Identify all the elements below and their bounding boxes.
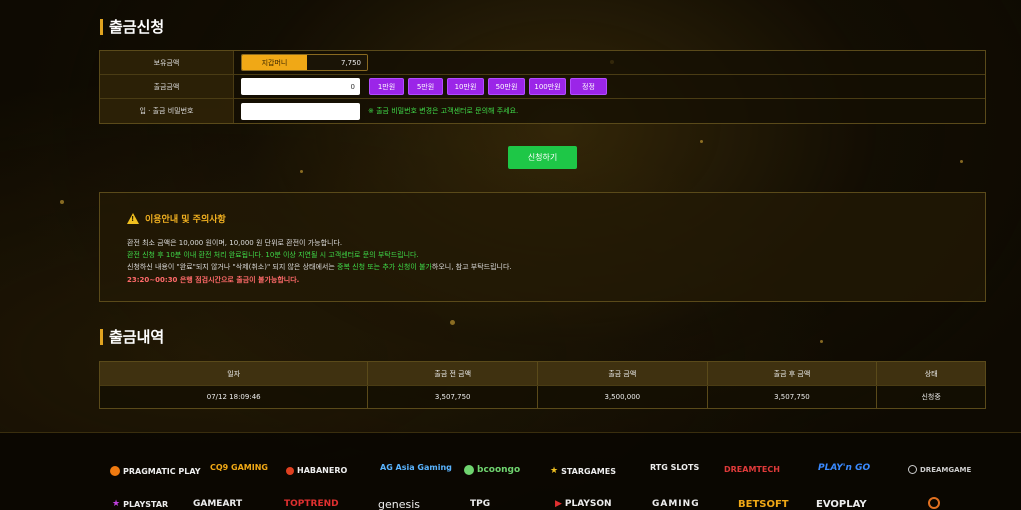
provider-name: genesis bbox=[378, 498, 421, 510]
provider-name: PLAYSON bbox=[564, 499, 612, 509]
withdraw-form: 보유금액 지갑머니 7,750 출금금액 1만원 5만원 10만원 50만원 1… bbox=[99, 50, 986, 124]
provider-logo-habanero: HABANERO bbox=[286, 466, 347, 475]
amount-10k-button[interactable]: 1만원 bbox=[369, 78, 404, 95]
cell-after: 3,507,750 bbox=[708, 386, 878, 408]
provider-name: GAMING bbox=[652, 499, 700, 509]
sparkle bbox=[450, 320, 455, 325]
amount-label: 출금금액 bbox=[100, 75, 234, 98]
notice-line-3c: 중복 신청 또는 추가 신청이 불가 bbox=[337, 263, 432, 271]
notice-line-1: 환전 최소 금액은 10,000 원이며, 10,000 원 단위로 환전이 가… bbox=[127, 239, 343, 247]
sparkle bbox=[960, 160, 963, 163]
password-label: 입 · 출금 비밀번호 bbox=[100, 99, 234, 123]
notice-line-3d: 하오니, 참고 부탁드립니다. bbox=[431, 263, 512, 271]
warning-icon bbox=[127, 213, 139, 224]
provider-name: BETSOFT bbox=[738, 499, 789, 510]
cell-amount: 3,500,000 bbox=[538, 386, 708, 408]
provider-logo-toptrend: TOPTREND bbox=[284, 499, 339, 509]
provider-name: RTG SLOTS bbox=[650, 463, 700, 472]
provider-logo-gaming: GAMING bbox=[652, 499, 700, 509]
provider-name: TPG bbox=[470, 499, 491, 509]
provider-name: TOPTREND bbox=[284, 499, 339, 509]
provider-name: STARGAMES bbox=[561, 466, 616, 476]
provider-name: GAMEART bbox=[193, 499, 243, 509]
balance-row: 보유금액 지갑머니 7,750 bbox=[100, 51, 985, 75]
wallet-tag: 지갑머니 bbox=[242, 55, 307, 70]
balance-label: 보유금액 bbox=[100, 51, 234, 74]
notice-box: 이용안내 및 주의사항 환전 최소 금액은 10,000 원이며, 10,000… bbox=[99, 192, 986, 302]
history-title: 출금내역 bbox=[100, 326, 164, 347]
notice-title-text: 이용안내 및 주의사항 bbox=[145, 215, 226, 225]
provider-name: AG Asia Gaming bbox=[380, 463, 452, 472]
notice-line-3a: 신청하신 내용이 "완료"되지 않거나 "삭제(취소)" 되지 않은 상태 bbox=[127, 263, 316, 271]
provider-name: HABANERO bbox=[297, 466, 348, 475]
notice-title: 이용안내 및 주의사항 bbox=[127, 212, 226, 225]
provider-logo-tpg: TPG bbox=[470, 499, 490, 509]
provider-name: bcoongo bbox=[477, 465, 521, 475]
withdraw-title-text: 출금신청 bbox=[109, 18, 165, 36]
title-accent-bar bbox=[100, 18, 103, 35]
provider-name: PLAYSTAR bbox=[123, 499, 169, 509]
provider-logo-cq9: CQ9 GAMING bbox=[210, 463, 268, 472]
provider-name: DREAMTECH bbox=[724, 465, 780, 474]
notice-line-4: 23:20~00:30 은행 점검시간으로 출금이 불가능합니다. bbox=[127, 276, 300, 284]
provider-logo-dreamtech: DREAMTECH bbox=[724, 465, 780, 474]
provider-name: PRAGMATIC PLAY bbox=[123, 466, 201, 476]
submit-button[interactable]: 신청하기 bbox=[508, 146, 577, 169]
password-row: 입 · 출금 비밀번호 ※ 출금 비밀번호 변경은 고객센터로 문의해 주세요. bbox=[100, 99, 985, 123]
provider-logo-stargames: ★ STARGAMES bbox=[550, 466, 616, 476]
cell-date: 07/12 18:09:46 bbox=[100, 386, 369, 408]
provider-logo-genesis: genesis bbox=[378, 498, 420, 510]
balance-display: 지갑머니 7,750 bbox=[241, 54, 368, 71]
history-header: 일자 출금 전 금액 출금 금액 출금 후 금액 상태 bbox=[100, 362, 985, 385]
withdraw-title: 출금신청 bbox=[100, 16, 164, 37]
history-title-text: 출금내역 bbox=[109, 328, 165, 346]
sparkle bbox=[820, 340, 823, 343]
provider-logo-ag: AG Asia Gaming bbox=[380, 463, 452, 472]
sparkle bbox=[300, 170, 303, 173]
provider-logo-booongo: bcoongo bbox=[464, 465, 520, 475]
provider-logo-playstar: ★ PLAYSTAR bbox=[112, 499, 169, 509]
col-status: 상태 bbox=[924, 369, 938, 378]
col-before: 출금 전 금액 bbox=[368, 362, 539, 385]
amount-500k-button[interactable]: 50만원 bbox=[488, 78, 525, 95]
notice-line-2: 환전 신청 후 10분 이내 환전 처리 완료됩니다. 10분 이상 지연될 시… bbox=[127, 251, 419, 259]
provider-logo-dreamgame: DREAMGAME bbox=[908, 465, 971, 474]
notice-line-3b: 에서는 bbox=[315, 263, 338, 271]
table-row: 07/12 18:09:46 3,507,750 3,500,000 3,507… bbox=[100, 385, 985, 408]
provider-name: EVOPLAY bbox=[816, 499, 867, 510]
col-date: 일자 bbox=[100, 362, 369, 385]
provider-name: DREAMGAME bbox=[920, 465, 972, 474]
provider-logo-pragmatic: PRAGMATIC PLAY bbox=[110, 466, 201, 476]
amount-reset-button[interactable]: 정정 bbox=[570, 78, 607, 95]
sparkle bbox=[700, 140, 703, 143]
provider-logo-playson: ▶ PLAYSON bbox=[555, 499, 612, 509]
provider-name: CQ9 GAMING bbox=[210, 463, 268, 472]
cell-before: 3,507,750 bbox=[368, 386, 539, 408]
sparkle bbox=[60, 200, 64, 204]
notice-line-3: 신청하신 내용이 "완료"되지 않거나 "삭제(취소)" 되지 않은 상태에서는… bbox=[127, 262, 512, 272]
password-note: ※ 출금 비밀번호 변경은 고객센터로 문의해 주세요. bbox=[368, 107, 519, 115]
col-after: 출금 후 금액 bbox=[708, 362, 878, 385]
col-amount: 출금 금액 bbox=[538, 362, 708, 385]
amount-row: 출금금액 1만원 5만원 10만원 50만원 100만원 정정 bbox=[100, 75, 985, 99]
provider-logo-betsoft: BETSOFT bbox=[738, 499, 789, 510]
amount-50k-button[interactable]: 5만원 bbox=[408, 78, 443, 95]
provider-logo-rtg: RTG SLOTS bbox=[650, 463, 699, 472]
amount-input[interactable] bbox=[241, 78, 360, 95]
provider-logo-extra bbox=[928, 497, 943, 509]
cell-status: 신청중 bbox=[921, 393, 941, 401]
amount-100k-button[interactable]: 10만원 bbox=[447, 78, 484, 95]
provider-footer: PRAGMATIC PLAY CQ9 GAMING HABANERO AG As… bbox=[0, 432, 1021, 510]
history-table: 일자 출금 전 금액 출금 금액 출금 후 금액 상태 07/12 18:09:… bbox=[99, 361, 986, 409]
provider-logo-gameart: GAMEART bbox=[193, 499, 242, 509]
provider-name: PLAY'n GO bbox=[818, 463, 871, 473]
title-accent-bar bbox=[100, 328, 103, 345]
password-input[interactable] bbox=[241, 102, 360, 120]
balance-value: 7,750 bbox=[307, 55, 367, 70]
provider-logo-evoplay: EVOPLAY bbox=[816, 499, 867, 510]
amount-1m-button[interactable]: 100만원 bbox=[529, 78, 566, 95]
provider-logo-playngo: PLAY'n GO bbox=[818, 463, 870, 473]
